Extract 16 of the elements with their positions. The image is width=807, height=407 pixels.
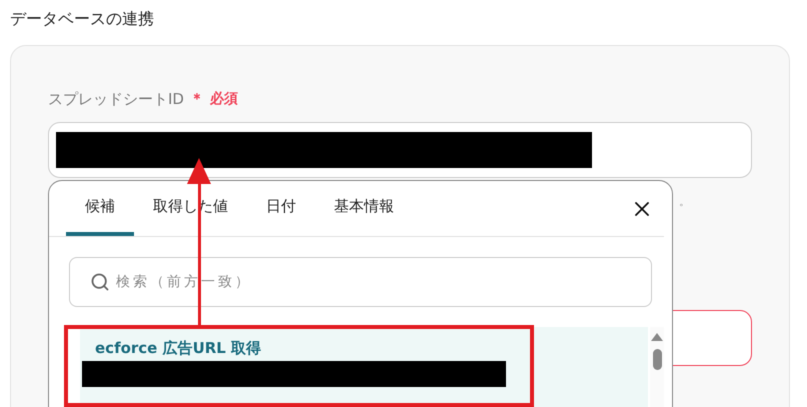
item-title: ecforce 広告URL 取得 [95,339,262,359]
required-mark: ＊ [190,90,204,108]
scrollbar[interactable] [650,327,664,407]
scrollbar-thumb[interactable] [652,349,662,370]
suggestion-item[interactable]: ecforce 広告URL 取得 [80,327,648,407]
search-field[interactable]: 検索（前方一致） [69,257,652,307]
search-icon [90,272,110,292]
popup-tab[interactable]: 基本情報 [315,181,413,236]
popup-tab[interactable]: 日付 [247,181,315,236]
popup-tab[interactable]: 候補 [66,181,134,236]
hint-text: 。 [679,194,690,210]
section-title: データベースの連携 [10,8,155,30]
required-label: 必須 [210,90,238,108]
scroll-up-icon[interactable] [651,333,663,341]
search-input[interactable]: 検索（前方一致） [116,274,651,290]
field-label: スプレッドシートID [48,90,184,108]
